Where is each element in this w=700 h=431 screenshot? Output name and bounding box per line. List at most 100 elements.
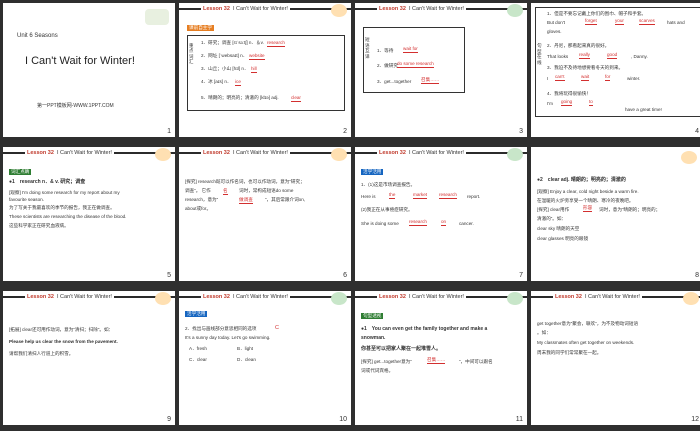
slide-thumbnail-9[interactable]: Lesson 32 I Can't Wait for Winter! [拓展] c…: [3, 291, 175, 425]
slide-thumbnail-4[interactable]: 句型在线 1．但是不要忘记戴上你们的围巾、帽子和手套。 But don't fo…: [531, 3, 700, 137]
text-line: ”，中间可以跟名: [459, 359, 493, 364]
section-tag: 词汇点睛: [9, 169, 32, 175]
section-heading: ●1 research n．& v. 研究；调查: [9, 179, 86, 185]
option-a: A．fresh: [189, 346, 207, 351]
sentence-line: 1．但是不要忘记戴上你们的围巾、帽子和手套。: [547, 11, 647, 16]
answer: wait for: [403, 46, 418, 53]
slide-title: I Can't Wait for Winter!: [25, 55, 135, 67]
answer: to: [589, 99, 593, 106]
slide-thumbnail-3[interactable]: Lesson 32 I Can't Wait for Winter! 短语互译 1…: [355, 3, 527, 137]
slide-thumbnail-7[interactable]: Lesson 32 I Can't Wait for Winter! 活学活用 1…: [355, 147, 527, 281]
vocab-line: 2．网址 [ˈwebsaɪt] n．: [201, 53, 248, 58]
side-label: 重点词汇: [189, 43, 194, 64]
text-line: about或for。: [185, 206, 212, 211]
sentence-line: hats and: [667, 20, 685, 25]
slide-thumbnail-10[interactable]: Lesson 32 I Can't Wait for Winter! 活学活用 2…: [179, 291, 351, 425]
answer: 形容: [583, 205, 593, 212]
answer: the: [389, 192, 396, 199]
slide-header: Lesson 32 I Can't Wait for Winter!: [3, 292, 175, 305]
slide-number: 2: [343, 128, 347, 135]
answer: scarves: [639, 18, 655, 25]
vocab-line: 4．冰 [aɪs] n．: [201, 79, 232, 84]
answer: your: [615, 18, 624, 25]
text-line: 为了写关于我最喜欢的季节的报告，我正在做调查。: [9, 205, 115, 210]
cartoon-icon: [155, 292, 171, 305]
text-line: 词或代词宾格。: [361, 368, 394, 373]
slide-header: Lesson 32 I Can't Wait for Winter!: [179, 4, 351, 17]
slide-thumbnail-2[interactable]: Lesson 32 I Can't Wait for Winter! 课前自主学 …: [179, 3, 351, 137]
text-line: 周末我的同学们常常聚在一起。: [537, 350, 602, 355]
cartoon-icon: [507, 4, 523, 17]
text-line: Here is: [361, 194, 376, 199]
text-line: [探究] get...together意为“: [361, 359, 412, 364]
answer: wait: [581, 74, 590, 81]
text-line: 在温暖的火炉旁享受一个晴朗、寒冷的夜晚吧。: [537, 198, 634, 203]
answer: good: [607, 52, 618, 59]
text-line: 你甚至可以把家人聚在一起堆雪人。: [361, 346, 442, 352]
slide-number: 12: [691, 416, 699, 423]
slide-number: 5: [167, 272, 171, 279]
sentence-line: 3．我迫不及待地想要看冬天的到来。: [547, 65, 624, 70]
slide-thumbnail-5[interactable]: Lesson 32 I Can't Wait for Winter! 词汇点睛 ●…: [3, 147, 175, 281]
answer: forget: [585, 18, 597, 25]
unit-label: Unit 6 Seasons: [17, 33, 58, 39]
footer-text: 第一PPT模板网-WWW.1PPT.COM: [37, 103, 114, 109]
answer: ice: [235, 79, 241, 86]
text-line: research，意为“: [185, 197, 219, 202]
answer: for: [605, 74, 611, 81]
slide-header: Lesson 32 I Can't Wait for Winter!: [179, 148, 351, 161]
answer: 召集……: [421, 77, 440, 84]
slide-thumbnail-1[interactable]: Unit 6 Seasons I Can't Wait for Winter! …: [3, 3, 175, 137]
answer: research: [439, 192, 457, 199]
answer: can't: [555, 74, 565, 81]
text-line: 清澈的”。如：: [537, 216, 567, 221]
text-line: [观察] I'm doing some research for my repo…: [9, 190, 120, 195]
slide-header: Lesson 32 I Can't Wait for Winter!: [355, 148, 527, 161]
answer: C: [275, 325, 279, 331]
sentence-line: That looks: [547, 54, 569, 59]
section-tag: 活学活用: [185, 311, 208, 317]
slide-number: 9: [167, 416, 171, 423]
slide-thumbnail-6[interactable]: Lesson 32 I Can't Wait for Winter! [探究] r…: [179, 147, 351, 281]
vocab-line: 5．晴朗的；明亮的；清澈的 [klɪə] adj.: [201, 95, 279, 100]
answer: 召集……: [427, 357, 446, 364]
text-line: 词时，意为“晴朗的；明亮的；: [599, 207, 661, 212]
answer: do some research: [397, 61, 434, 68]
sentence-line: have a great time!: [625, 107, 662, 112]
side-label: 短语互译: [365, 37, 370, 59]
answer: going: [561, 99, 573, 106]
answer: research: [409, 219, 427, 226]
answer: clear: [291, 95, 301, 102]
section-tag: 活学活用: [361, 169, 384, 175]
slide-header: Lesson 32 I Can't Wait for Winter!: [179, 292, 351, 305]
section-tag: 课前自主学: [187, 25, 214, 31]
slide-header: Lesson 32 I Can't Wait for Winter!: [355, 4, 527, 17]
slide-number: 6: [343, 272, 347, 279]
text-line: [观察] Enjoy a clear, cold night beside a …: [537, 189, 639, 194]
text-line: She is doing some: [361, 221, 399, 226]
slide-number: 4: [695, 128, 699, 135]
text-line: favourite season.: [9, 197, 44, 202]
answer: 做调查: [239, 197, 253, 204]
cartoon-icon: [331, 148, 347, 161]
answer: 名: [223, 188, 228, 195]
text-line: (2)我正在从事癌症研究。: [361, 207, 413, 212]
answer: hill: [251, 66, 257, 73]
answer: on: [441, 219, 447, 226]
text-line: Please help us clear the snow from the p…: [9, 339, 118, 344]
option-c: C．clear: [189, 357, 207, 362]
sentence-line: I: [547, 76, 549, 81]
slide-thumbnail-12[interactable]: Lesson 32 I Can't Wait for Winter! get to…: [531, 291, 700, 425]
option-d: D．clean: [237, 357, 256, 362]
phrase-line: 1．等待: [377, 48, 394, 53]
text-line: 词时，常构成短语do some: [239, 188, 294, 193]
cartoon-icon: [155, 148, 171, 161]
text-line: 调查”。 它作: [185, 188, 211, 193]
slide-thumbnail-11[interactable]: Lesson 32 I Can't Wait for Winter! 句型透视 ●…: [355, 291, 527, 425]
slide-thumbnail-8[interactable]: ●2 clear adj. 晴朗的；明亮的；清澈的 [观察] Enjoy a c…: [531, 147, 700, 281]
decoration-image: [145, 9, 169, 25]
text-line: 。如：: [537, 330, 551, 335]
vocab-line: 3．山丘；小山 [hɪl] n．: [201, 66, 249, 71]
option-b: B．light: [237, 346, 254, 351]
phrase-line: 3．get...together: [377, 79, 412, 84]
